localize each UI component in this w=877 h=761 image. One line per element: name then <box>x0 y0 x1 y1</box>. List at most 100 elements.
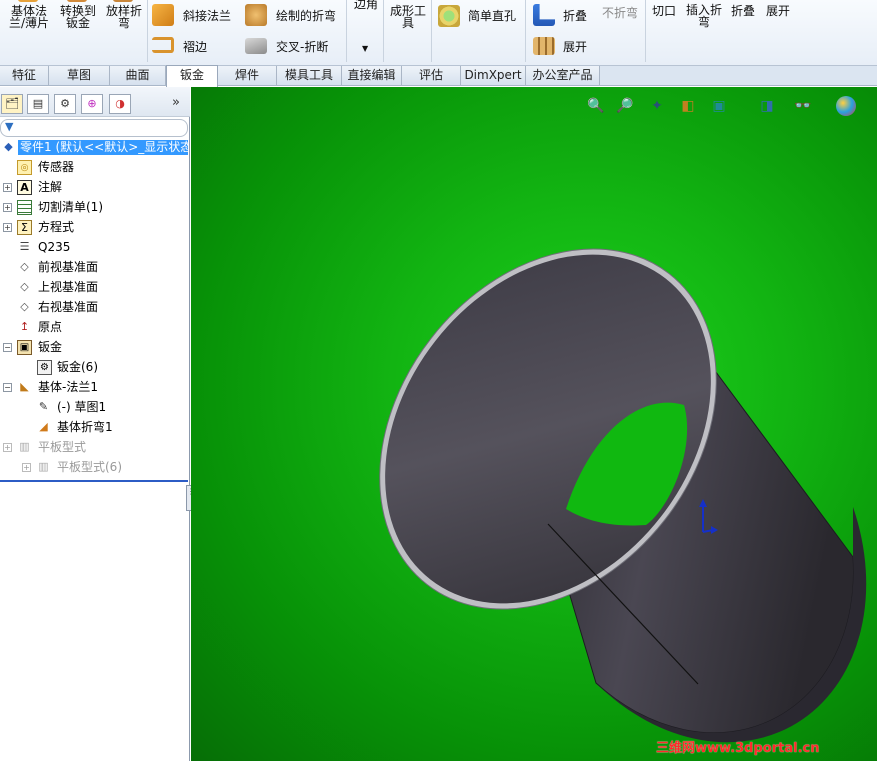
sheet-metal-cylinder[interactable] <box>191 87 877 761</box>
base-flange-feature-icon: ◣ <box>20 380 29 393</box>
plane-icon: ◇ <box>20 260 29 273</box>
display-manager-tab-icon[interactable]: ◑ <box>109 94 131 114</box>
tree-item-label: 平板型式(6) <box>57 460 122 474</box>
lofted-bend-icon <box>113 0 133 2</box>
equation-icon: Σ <box>17 220 32 235</box>
tree-item-label: 钣金(6) <box>57 360 98 374</box>
cross-break-icon <box>245 38 267 54</box>
tree-filter-input[interactable]: ▼ <box>0 119 188 137</box>
annotation-icon: A <box>17 180 32 195</box>
previous-view-icon[interactable]: ✦ <box>646 95 668 117</box>
fold-icon <box>533 4 555 26</box>
feature-manager-panel: 🗂 ▤ ⚙ ⊕ ◑ » ▼ ◆ 零件1 (默认<<默认>_显示状态 ◎ 传感器 … <box>0 87 195 761</box>
graphics-viewport[interactable] <box>191 87 877 761</box>
tree-item-label: 注解 <box>38 180 63 194</box>
hide-show-items-icon[interactable]: 👓 <box>792 95 814 117</box>
fold-button[interactable]: 折叠 <box>731 4 755 18</box>
convert-to-sheet-button[interactable]: 转换到 钣金 <box>56 5 100 29</box>
tree-item-label: 上视基准面 <box>38 280 99 294</box>
origin-icon: ↥ <box>19 320 30 333</box>
tab-sheet-metal[interactable]: 钣金 <box>166 65 218 87</box>
tree-item-label: 前视基准面 <box>38 260 99 274</box>
display-style-icon[interactable]: ◨ <box>756 95 778 117</box>
rollback-bar[interactable] <box>0 480 188 482</box>
cross-break-button[interactable]: 交叉-折断 <box>276 40 328 54</box>
sheet-metal-settings-icon: ⚙ <box>37 360 52 375</box>
tab-direct-editing[interactable]: 直接编辑 <box>342 66 402 85</box>
unfold-button[interactable]: 展开 <box>766 4 790 18</box>
edit-appearance-icon[interactable] <box>836 96 856 116</box>
tab-sketch[interactable]: 草图 <box>49 66 110 85</box>
tree-item-label: 零件1 (默认<<默认>_显示状态 <box>18 140 188 155</box>
dimxpert-manager-tab-icon[interactable]: ⊕ <box>81 94 103 114</box>
insert-bends-button[interactable]: 插入折 弯 <box>683 4 725 28</box>
filter-icon: ▼ <box>5 120 14 133</box>
panel-expand-icon[interactable]: » <box>172 95 180 110</box>
tree-item-label: 基体折弯1 <box>57 420 113 434</box>
tree-item-label: 平板型式 <box>38 440 87 454</box>
simple-hole-button[interactable]: 简单直孔 <box>468 9 516 23</box>
hem-icon <box>152 37 174 53</box>
simple-hole-icon <box>438 5 460 27</box>
sketched-bend-icon <box>245 4 267 26</box>
miter-flange-button[interactable]: 斜接法兰 <box>183 9 231 23</box>
tree-item-label: 基体-法兰1 <box>38 380 98 394</box>
tab-evaluate[interactable]: 评估 <box>402 66 461 85</box>
miter-flange-icon <box>152 4 174 26</box>
rip-button[interactable]: 切口 <box>652 4 676 18</box>
property-manager-tab-icon[interactable]: ▤ <box>27 94 49 114</box>
collapse-icon[interactable]: − <box>3 343 12 352</box>
no-bends-button[interactable]: 不折弯 <box>602 6 638 20</box>
tree-item-label: 切割清单(1) <box>38 200 103 214</box>
unfold-small-button[interactable]: 展开 <box>563 40 587 54</box>
expand-icon[interactable]: + <box>3 443 12 452</box>
sketch-icon: ✎ <box>38 400 49 413</box>
sensor-icon: ◎ <box>17 160 32 175</box>
expand-icon[interactable]: + <box>3 183 12 192</box>
hem-button[interactable]: 褶边 <box>183 40 207 54</box>
section-view-icon[interactable]: ◧ <box>677 95 699 117</box>
expand-icon[interactable]: + <box>3 223 12 232</box>
tab-features[interactable]: 特征 <box>0 66 49 85</box>
base-flange-button[interactable]: 基体法 兰/薄片 <box>6 5 52 29</box>
fold-small-button[interactable]: 折叠 <box>563 9 587 23</box>
tab-weldments[interactable]: 焊件 <box>218 66 277 85</box>
tab-surfaces[interactable]: 曲面 <box>110 66 166 85</box>
tab-office-products[interactable]: 办公室产品 <box>526 66 600 85</box>
sketched-bend-button[interactable]: 绘制的折弯 <box>276 9 336 23</box>
tree-item-part[interactable]: ◆ 零件1 (默认<<默认>_显示状态 <box>0 140 189 156</box>
tree-item-label: Q235 <box>38 240 71 254</box>
tab-mold-tools[interactable]: 模具工具 <box>277 66 342 85</box>
material-icon: ☰ <box>19 240 30 253</box>
convert-to-sheet-icon <box>67 0 87 2</box>
zoom-to-fit-icon[interactable]: 🔍 <box>585 95 607 117</box>
plane-icon: ◇ <box>20 280 29 293</box>
configuration-manager-tab-icon[interactable]: ⚙ <box>54 94 76 114</box>
flat-pattern-icon: ▥ <box>19 440 30 453</box>
cut-list-icon <box>17 200 32 215</box>
sheet-metal-icon: ▣ <box>17 340 32 355</box>
feature-tree-tab-icon[interactable]: 🗂 <box>1 94 23 114</box>
tree-item-label: 钣金 <box>38 340 63 354</box>
zoom-to-area-icon[interactable]: 🔎 <box>614 95 636 117</box>
expand-icon[interactable]: + <box>22 463 31 472</box>
lofted-bend-button[interactable]: 放样折 弯 <box>102 5 146 29</box>
tree-item-label: 传感器 <box>38 160 75 174</box>
forming-tool-button[interactable]: 成形工 具 <box>387 5 429 29</box>
command-manager-tabs: 特征 草图 曲面 钣金 焊件 模具工具 直接编辑 评估 DimXpert 办公室… <box>0 65 877 87</box>
tree-item-label: 右视基准面 <box>38 300 99 314</box>
unfold-icon <box>533 37 555 55</box>
panel-toolbar: 🗂 ▤ ⚙ ⊕ ◑ » <box>0 87 190 117</box>
bend-icon: ◢ <box>39 420 48 433</box>
tab-dimxpert[interactable]: DimXpert <box>461 66 526 85</box>
tree-item-label: 原点 <box>38 320 63 334</box>
corner-button[interactable]: 边角 <box>354 0 378 11</box>
corner-dropdown-icon[interactable]: ▼ <box>362 42 368 56</box>
tree-item-label: 方程式 <box>38 220 75 234</box>
collapse-icon[interactable]: − <box>3 383 12 392</box>
view-orientation-icon[interactable]: ▣ <box>708 95 730 117</box>
plane-icon: ◇ <box>20 300 29 313</box>
part-icon: ◆ <box>4 140 13 153</box>
flat-pattern-icon: ▥ <box>38 460 49 473</box>
expand-icon[interactable]: + <box>3 203 12 212</box>
